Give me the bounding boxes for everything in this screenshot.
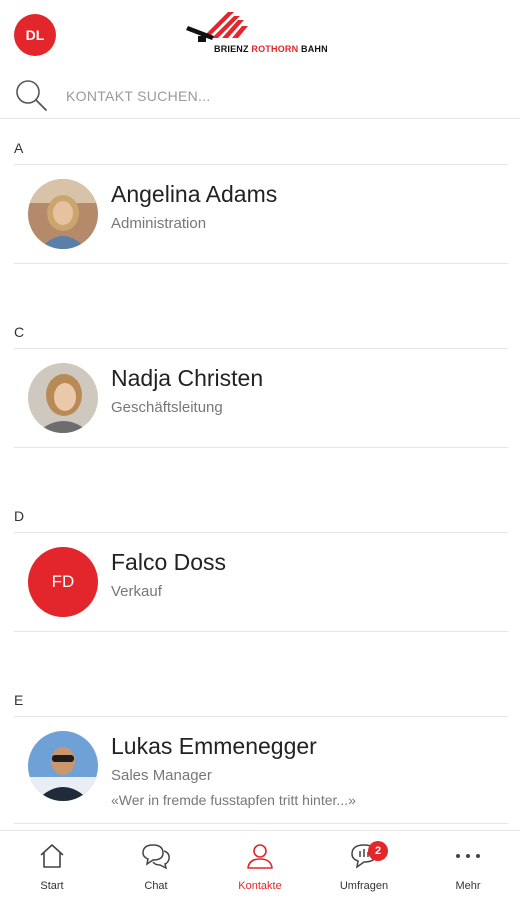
- contact-role: Sales Manager: [111, 767, 212, 784]
- contact-status: «Wer in fremde fusstapfen tritt hinter..…: [111, 792, 356, 808]
- contact-name: Nadja Christen: [111, 365, 264, 391]
- contact-row[interactable]: Nadja Christen Geschäftsleitung: [14, 348, 508, 448]
- tab-label: Chat: [144, 880, 168, 892]
- logo-mark-icon: [186, 12, 248, 42]
- contact-name: Angelina Adams: [111, 181, 278, 207]
- section-d: D FD Falco Doss Verkauf: [0, 486, 520, 670]
- search-input[interactable]: [64, 82, 488, 110]
- section-letter: D: [14, 508, 25, 524]
- section-c: C Nadja Christen Geschäftsleitung: [0, 302, 520, 486]
- contact-avatar: FD: [28, 547, 98, 617]
- bottom-tab-bar: Start Chat Kontakte 2 Umfragen Mehr: [0, 830, 520, 901]
- contact-name: Lukas Emmenegger: [111, 733, 317, 759]
- contact-row[interactable]: FD Falco Doss Verkauf: [14, 532, 508, 632]
- more-icon: [456, 854, 480, 858]
- home-icon: [40, 844, 64, 868]
- section-letter: C: [14, 324, 25, 340]
- user-avatar[interactable]: DL: [14, 14, 56, 56]
- section-letter: A: [14, 140, 24, 156]
- section-e: E Lukas Emmenegger Sales Manager «Wer in…: [0, 670, 520, 830]
- tab-label: Mehr: [455, 880, 481, 892]
- search-bar: [0, 72, 520, 119]
- section-a: A Angelina Adams Administration: [0, 118, 520, 302]
- contact-row[interactable]: Angelina Adams Administration: [14, 164, 508, 264]
- tab-kontakte[interactable]: Kontakte: [208, 831, 312, 901]
- tab-label: Kontakte: [238, 880, 282, 892]
- brand-logo: BRIENZ ROTHORN BAHN: [184, 6, 340, 60]
- chat-icon: [142, 844, 170, 870]
- contact-role: Administration: [111, 215, 207, 232]
- contact-role: Geschäftsleitung: [111, 399, 223, 416]
- app-header: DL BRIENZ ROTHORN BAHN: [0, 0, 520, 72]
- contact-name: Falco Doss: [111, 549, 227, 575]
- tab-label: Start: [40, 880, 64, 892]
- contact-avatar: [28, 731, 98, 801]
- tab-mehr[interactable]: Mehr: [416, 831, 520, 901]
- contact-row[interactable]: Lukas Emmenegger Sales Manager «Wer in f…: [14, 716, 508, 824]
- search-icon[interactable]: [14, 78, 48, 112]
- contacts-icon: [247, 844, 273, 869]
- notification-badge: 2: [368, 841, 388, 861]
- section-letter: E: [14, 692, 24, 708]
- tab-umfragen[interactable]: 2 Umfragen: [312, 831, 416, 901]
- contact-role: Verkauf: [111, 583, 162, 600]
- contact-avatar: [28, 363, 98, 433]
- tab-chat[interactable]: Chat: [104, 831, 208, 901]
- tab-label: Umfragen: [339, 880, 389, 892]
- contact-avatar: [28, 179, 98, 249]
- tab-start[interactable]: Start: [0, 831, 104, 901]
- logo-text: BRIENZ ROTHORN BAHN: [214, 44, 328, 54]
- contact-list: A Angelina Adams Administration C Nadja …: [0, 118, 520, 830]
